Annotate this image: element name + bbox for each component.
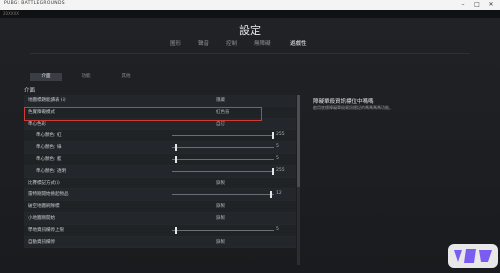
detail-title: 障礙單殺資訊標位中嗎嗎: [313, 99, 374, 105]
setting-slider[interactable]: [172, 167, 274, 175]
slider-thumb[interactable]: [175, 155, 177, 163]
setting-label: 小地圖剛開始: [28, 215, 55, 221]
slider-thumb[interactable]: [272, 132, 274, 140]
window-subtitle: 20XXXX: [3, 11, 20, 16]
tab-graphics[interactable]: 圖形: [170, 39, 181, 47]
settings-row[interactable]: 準心顏色: 透明 255: [24, 165, 296, 178]
setting-label: 自動資訊欄停: [28, 239, 55, 245]
tab-sound[interactable]: 聲音: [198, 39, 209, 47]
settings-row[interactable]: 準心顏色: 紅 255: [24, 130, 296, 143]
tab-controls[interactable]: 控制: [226, 39, 237, 47]
slider-thumb[interactable]: [175, 226, 177, 234]
slider-thumb[interactable]: [272, 167, 274, 175]
setting-value[interactable]: 錄製: [216, 203, 225, 209]
setting-number: 255: [276, 132, 285, 138]
top-tab-bar: 圖形 聲音 控制 無障礙 遊戲性: [170, 39, 320, 51]
close-icon[interactable]: ✕: [484, 0, 498, 10]
setting-slider[interactable]: [172, 144, 274, 152]
setting-slider[interactable]: [172, 226, 274, 234]
settings-row[interactable]: 學地資訊欄停上限 5: [24, 224, 296, 237]
minimize-icon[interactable]: –: [456, 0, 470, 10]
settings-row[interactable]: 自動資訊欄停 錄製: [24, 236, 296, 249]
sub-tab-bar: 介面 功能 其他: [30, 73, 150, 82]
slider-thumb[interactable]: [270, 191, 272, 199]
setting-value[interactable]: 錄製: [216, 239, 225, 245]
setting-label: 地圖標題能讀表 (i): [28, 98, 66, 103]
settings-row[interactable]: 準心顏色: 藍 5: [24, 153, 296, 166]
maximize-icon[interactable]: □: [470, 0, 484, 10]
settings-row[interactable]: 準心顏色: 綠 5: [24, 142, 296, 154]
section-title: 介面: [24, 88, 36, 94]
setting-label: 學地資訊欄停上限: [28, 227, 64, 233]
settings-row[interactable]: 地圖標題能讀表 (i) 隱藏: [24, 95, 296, 107]
subtab-features[interactable]: 功能: [70, 73, 102, 81]
setting-slider[interactable]: [172, 132, 274, 140]
setting-number: 5: [276, 144, 279, 150]
setting-slider[interactable]: [172, 155, 274, 163]
tab-divider: [30, 53, 470, 54]
setting-label: 比賽標記方式(i): [28, 180, 60, 186]
window-subbar: 20XXXX: [0, 10, 500, 18]
setting-number: 5: [276, 226, 279, 232]
setting-value[interactable]: 錄製: [216, 180, 225, 186]
setting-label: 準心顏色: 透明: [36, 168, 66, 174]
slider-thumb[interactable]: [175, 144, 177, 152]
settings-row[interactable]: 破空地圖刷隊標 錄製: [24, 201, 296, 213]
setting-label: 準心色彩: [28, 121, 46, 127]
setting-value[interactable]: 自訂: [216, 121, 225, 127]
watermark-logo: [448, 244, 498, 268]
subtab-other[interactable]: 其他: [110, 73, 142, 81]
detail-description: 啟用底標障礙單殺資訊標記的嗎嗎嗎嗎功能。: [313, 105, 393, 110]
setting-label: 雷特剛開始撿起物品: [28, 192, 69, 198]
page-title: 設定: [239, 24, 261, 37]
setting-value[interactable]: 隱藏: [216, 97, 225, 103]
settings-row[interactable]: 雷特剛開始撿起物品 12: [24, 189, 296, 202]
window-title: PUBG: BATTLEGROUNDS: [4, 1, 65, 6]
setting-value[interactable]: 錄製: [216, 215, 225, 221]
tab-accessibility[interactable]: 無障礙: [254, 39, 271, 47]
setting-label: 破空地圖刷隊標: [28, 204, 60, 210]
settings-scrollbar[interactable]: [297, 95, 300, 265]
setting-label: 準心顏色: 藍: [36, 156, 62, 162]
scrollbar-thumb[interactable]: [297, 95, 300, 187]
settings-row[interactable]: 小地圖剛開始 錄製: [24, 212, 296, 225]
setting-number: 255: [276, 167, 285, 173]
setting-label: 準心顏色: 紅: [36, 133, 62, 139]
setting-label: 準心顏色: 綠: [36, 145, 62, 151]
settings-row[interactable]: 比賽標記方式(i) 錄製: [24, 177, 296, 190]
tab-gameplay[interactable]: 遊戲性: [290, 39, 307, 47]
highlight-box: [24, 107, 262, 121]
setting-number: 5: [276, 155, 279, 161]
subtab-interface[interactable]: 介面: [30, 73, 62, 81]
setting-slider[interactable]: [172, 191, 274, 199]
setting-number: 12: [276, 191, 282, 197]
